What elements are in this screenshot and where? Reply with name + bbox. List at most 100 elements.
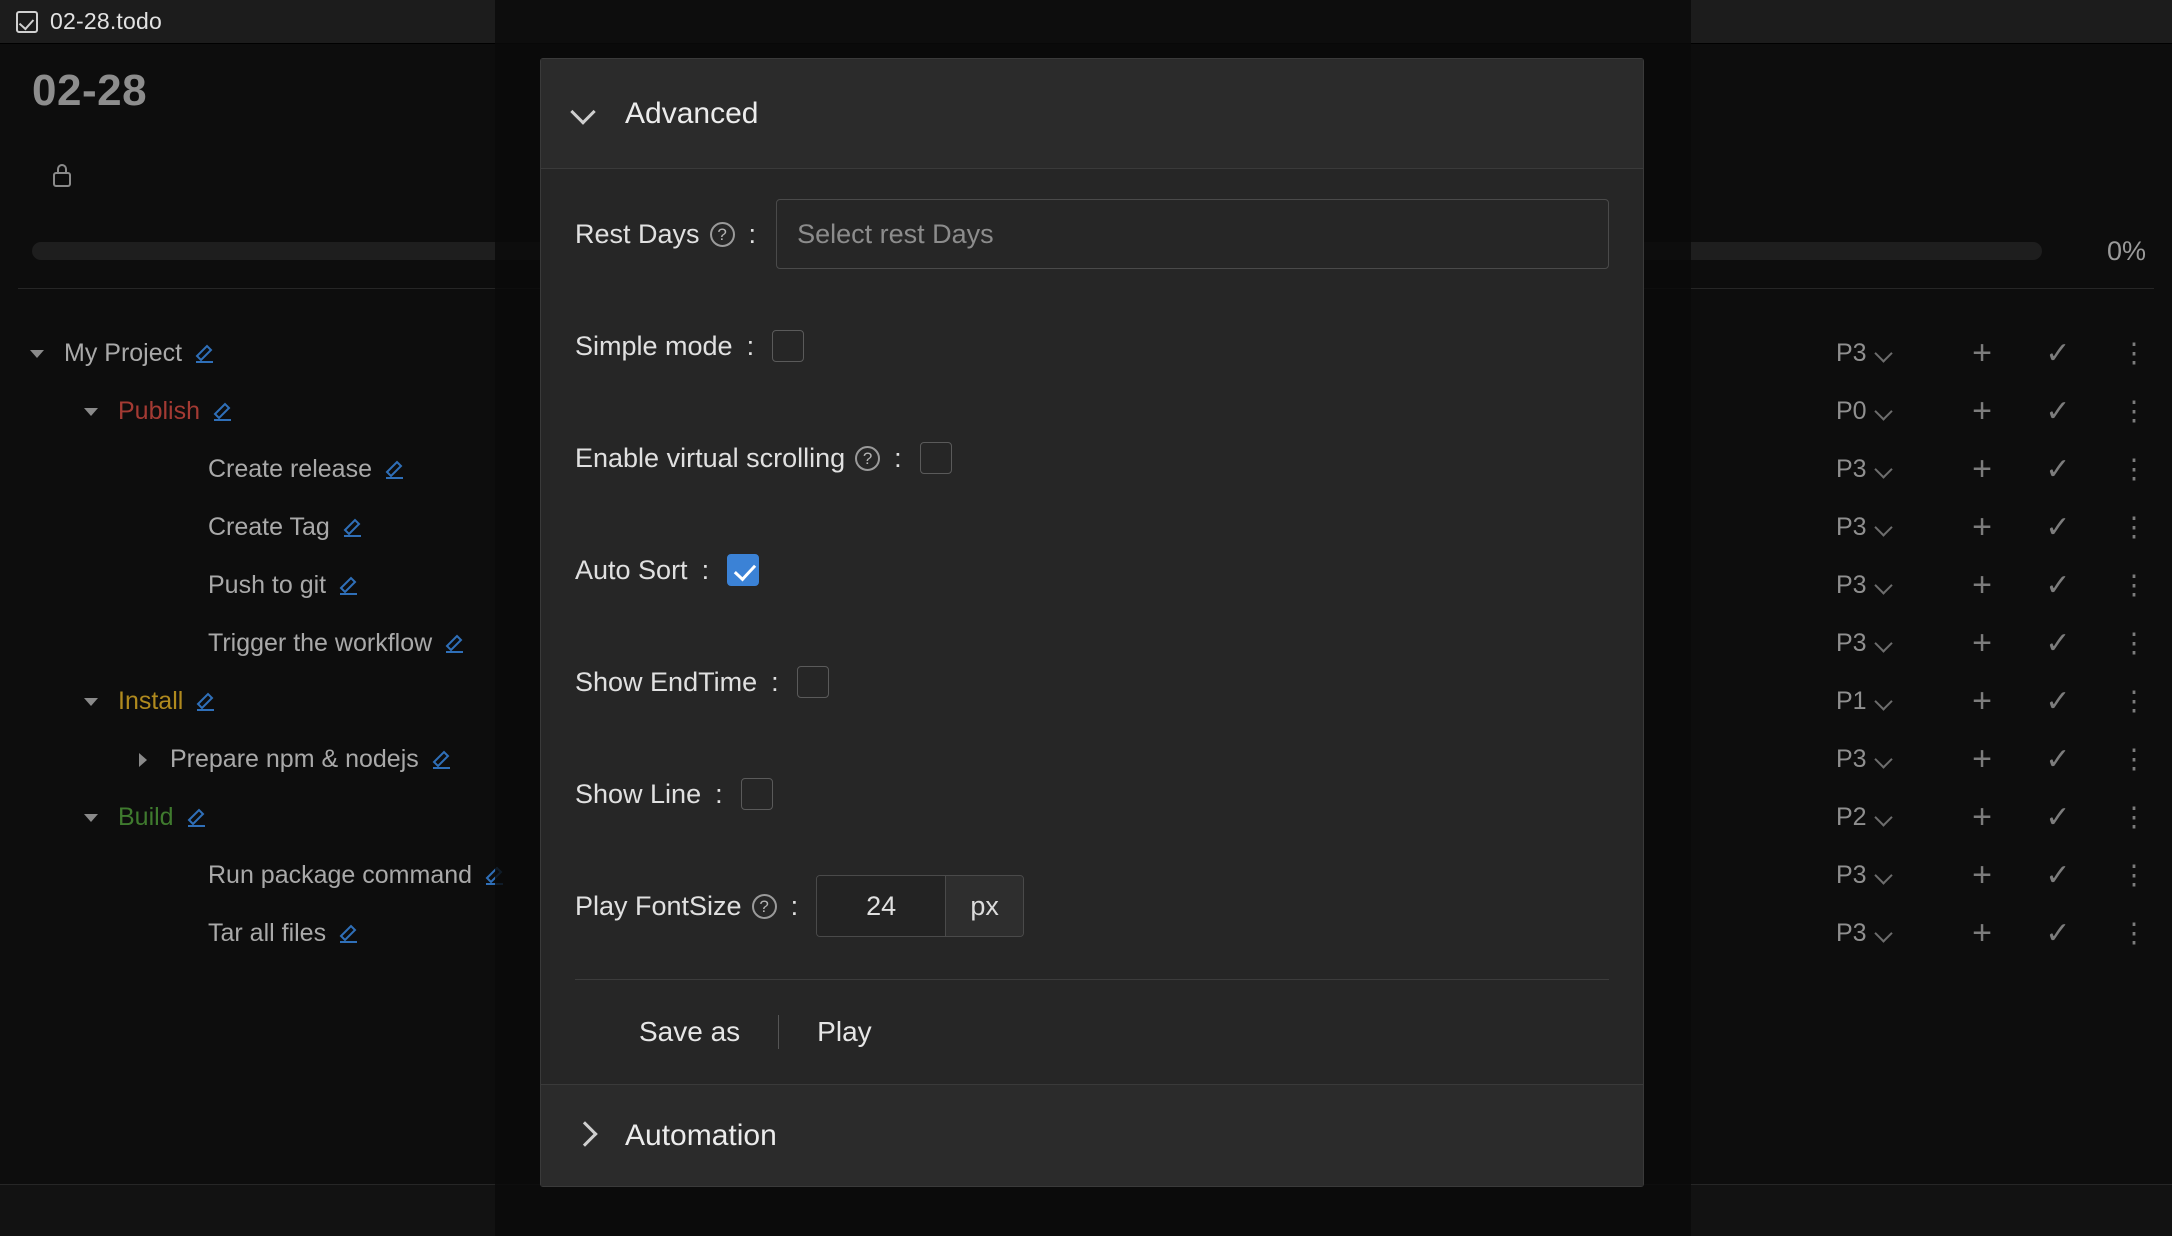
chevron-down-icon[interactable] [1875, 869, 1893, 881]
task-label: Create release [208, 454, 372, 483]
priority-selector[interactable]: P3 [1836, 455, 1944, 484]
plus-icon[interactable]: + [1944, 394, 2020, 428]
priority-selector[interactable]: P3 [1836, 513, 1944, 542]
more-vertical-icon[interactable]: ⋮ [2096, 570, 2172, 601]
auto-sort-label-text: Auto Sort [575, 554, 688, 585]
pencil-icon[interactable] [336, 921, 362, 945]
task-label: Create Tag [208, 512, 330, 541]
chevron-down-icon[interactable] [1875, 927, 1893, 939]
caret-down-icon[interactable] [82, 808, 100, 826]
pencil-icon[interactable] [192, 341, 218, 365]
pencil-icon[interactable] [336, 573, 362, 597]
task-label: Trigger the workflow [208, 628, 433, 657]
caret-down-icon[interactable] [82, 692, 100, 710]
caret-down-icon[interactable] [82, 402, 100, 420]
more-vertical-icon[interactable]: ⋮ [2096, 744, 2172, 775]
task-row-actions: P0 + ✓ ⋮ [1836, 382, 2172, 440]
check-icon[interactable]: ✓ [2020, 800, 2096, 835]
rest-days-input[interactable] [776, 199, 1609, 269]
task-row-main: Push to git [0, 571, 362, 600]
plus-icon[interactable]: + [1944, 510, 2020, 544]
pencil-icon[interactable] [193, 689, 219, 713]
priority-selector[interactable]: P3 [1836, 861, 1944, 890]
automation-section-header[interactable]: Automation [541, 1084, 1643, 1186]
priority-selector[interactable]: P3 [1836, 745, 1944, 774]
play-fontsize-input[interactable] [817, 876, 946, 936]
plus-icon[interactable]: + [1944, 742, 2020, 776]
auto-sort-checkbox[interactable] [727, 554, 760, 586]
priority-selector[interactable]: P3 [1836, 919, 1944, 948]
priority-selector[interactable]: P3 [1836, 571, 1944, 600]
more-vertical-icon[interactable]: ⋮ [2096, 860, 2172, 891]
show-line-checkbox[interactable] [740, 778, 773, 810]
check-icon[interactable]: ✓ [2020, 336, 2096, 371]
priority-selector[interactable]: P3 [1836, 629, 1944, 658]
plus-icon[interactable]: + [1944, 858, 2020, 892]
check-icon[interactable]: ✓ [2020, 742, 2096, 777]
plus-icon[interactable]: + [1944, 684, 2020, 718]
pencil-icon[interactable] [382, 457, 408, 481]
check-icon[interactable]: ✓ [2020, 916, 2096, 951]
check-icon[interactable]: ✓ [2020, 684, 2096, 719]
check-icon[interactable]: ✓ [2020, 452, 2096, 487]
priority-selector[interactable]: P2 [1836, 803, 1944, 832]
question-circle-icon[interactable]: ? [751, 893, 777, 919]
chevron-down-icon[interactable] [1875, 579, 1893, 591]
plus-icon[interactable]: + [1944, 452, 2020, 486]
show-endtime-checkbox[interactable] [796, 666, 829, 698]
pencil-icon[interactable] [442, 631, 468, 655]
more-vertical-icon[interactable]: ⋮ [2096, 628, 2172, 659]
pencil-icon[interactable] [210, 399, 236, 423]
show-line-label: Show Line : [575, 779, 723, 810]
plus-icon[interactable]: + [1944, 916, 2020, 950]
plus-icon[interactable]: + [1944, 568, 2020, 602]
question-circle-icon[interactable]: ? [709, 221, 735, 247]
plus-icon[interactable]: + [1944, 626, 2020, 660]
enable-virtual-scrolling-label-text: Enable virtual scrolling [575, 442, 846, 473]
chevron-down-icon[interactable] [1875, 637, 1893, 649]
chevron-down-icon[interactable] [1875, 405, 1893, 417]
task-row-actions: P3 + ✓ ⋮ [1836, 324, 2172, 382]
save-as-button[interactable]: Save as [601, 1016, 778, 1048]
check-icon[interactable]: ✓ [2020, 510, 2096, 545]
more-vertical-icon[interactable]: ⋮ [2096, 396, 2172, 427]
task-row-actions: P3 + ✓ ⋮ [1836, 556, 2172, 614]
more-vertical-icon[interactable]: ⋮ [2096, 802, 2172, 833]
more-vertical-icon[interactable]: ⋮ [2096, 918, 2172, 949]
caret-down-icon[interactable] [28, 344, 46, 362]
check-icon[interactable]: ✓ [2020, 858, 2096, 893]
chevron-down-icon[interactable] [1875, 347, 1893, 359]
chevron-down-icon[interactable] [1875, 753, 1893, 765]
check-icon[interactable]: ✓ [2020, 394, 2096, 429]
more-vertical-icon[interactable]: ⋮ [2096, 512, 2172, 543]
chevron-down-icon[interactable] [571, 101, 597, 127]
simple-mode-checkbox[interactable] [772, 330, 805, 362]
priority-selector[interactable]: P1 [1836, 687, 1944, 716]
plus-icon[interactable]: + [1944, 800, 2020, 834]
more-vertical-icon[interactable]: ⋮ [2096, 686, 2172, 717]
chevron-down-icon[interactable] [1875, 521, 1893, 533]
more-vertical-icon[interactable]: ⋮ [2096, 338, 2172, 369]
lock-icon[interactable] [50, 162, 74, 188]
pencil-icon[interactable] [429, 747, 455, 771]
chevron-down-icon[interactable] [1875, 811, 1893, 823]
caret-right-icon[interactable] [134, 750, 152, 768]
task-row-main: Publish [0, 397, 236, 426]
chevron-right-icon[interactable] [571, 1123, 597, 1149]
plus-icon[interactable]: + [1944, 336, 2020, 370]
chevron-down-icon[interactable] [1875, 695, 1893, 707]
priority-selector[interactable]: P0 [1836, 397, 1944, 426]
advanced-section-header[interactable]: Advanced [541, 59, 1643, 169]
play-button[interactable]: Play [779, 1016, 909, 1048]
check-icon[interactable]: ✓ [2020, 626, 2096, 661]
chevron-down-icon[interactable] [1875, 463, 1893, 475]
more-vertical-icon[interactable]: ⋮ [2096, 454, 2172, 485]
priority-selector[interactable]: P3 [1836, 339, 1944, 368]
task-row-main: Tar all files [0, 919, 362, 948]
question-circle-icon[interactable]: ? [855, 445, 881, 471]
check-icon[interactable]: ✓ [2020, 568, 2096, 603]
settings-panel: Advanced Rest Days ? : Simple mode : [540, 58, 1644, 1187]
pencil-icon[interactable] [340, 515, 366, 539]
enable-virtual-scrolling-checkbox[interactable] [919, 442, 952, 474]
pencil-icon[interactable] [184, 805, 210, 829]
